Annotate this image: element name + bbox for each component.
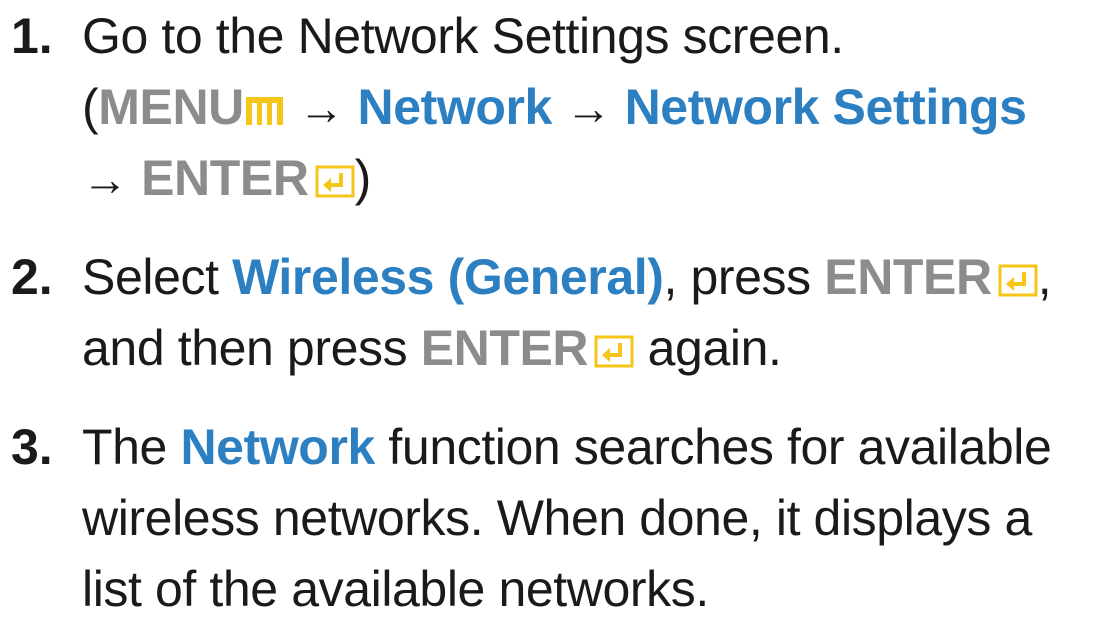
step-3-line-2: wireless networks. When done, it display…	[82, 493, 1032, 543]
step-3-text-2: wireless networks. When done, it display…	[82, 490, 1032, 546]
step-1-text: Go to the Network Settings screen.	[82, 8, 844, 64]
step-2-line-1: Select Wireless (General), press ENTER ,	[82, 249, 1052, 305]
and-then-text: and then press	[82, 320, 421, 376]
enter-icon	[594, 335, 634, 368]
instruction-steps: 1. Go to the Network Settings screen. (M…	[0, 0, 1120, 619]
step-2-line-2: and then press ENTER again.	[82, 320, 782, 376]
comma: ,	[1037, 249, 1052, 305]
enter-key-label: ENTER	[141, 150, 309, 206]
network-menu-label: Network	[357, 79, 553, 135]
step-3-line-3: list of the available networks.	[82, 564, 709, 614]
step-1-line-1: Go to the Network Settings screen.	[82, 11, 844, 61]
again-text: again.	[634, 320, 782, 376]
network-label: Network	[180, 419, 375, 475]
step-3-text-3: list of the available networks.	[82, 561, 709, 617]
enter-key-label: ENTER	[420, 320, 589, 376]
close-paren: )	[354, 150, 372, 206]
enter-icon	[998, 264, 1038, 297]
enter-key-label: ENTER	[824, 249, 992, 305]
step-3-number: 3.	[11, 419, 53, 475]
step-1-number: 1.	[11, 8, 53, 64]
select-text: Select	[82, 249, 233, 305]
menu-key-label: MENU	[98, 79, 244, 135]
step-1-line-2: (MENU → Network → Network Settings	[82, 82, 1027, 132]
step-3-line-1: The Network function searches for availa…	[82, 419, 1052, 475]
step-2-number: 2.	[11, 249, 53, 305]
the-text: The	[82, 419, 181, 475]
step-1-line-3: → ENTER )	[82, 153, 371, 203]
wireless-general-label: Wireless (General)	[232, 249, 664, 305]
enter-icon	[315, 165, 355, 198]
press-text: , press	[663, 249, 825, 305]
network-settings-label: Network Settings	[624, 79, 1027, 135]
arrow-icon: →	[82, 153, 128, 205]
arrow-icon: →	[298, 82, 344, 134]
open-paren: (	[82, 79, 99, 135]
function-text: function searches for available	[374, 419, 1052, 475]
menu-icon	[245, 97, 283, 125]
arrow-icon: →	[565, 82, 612, 134]
